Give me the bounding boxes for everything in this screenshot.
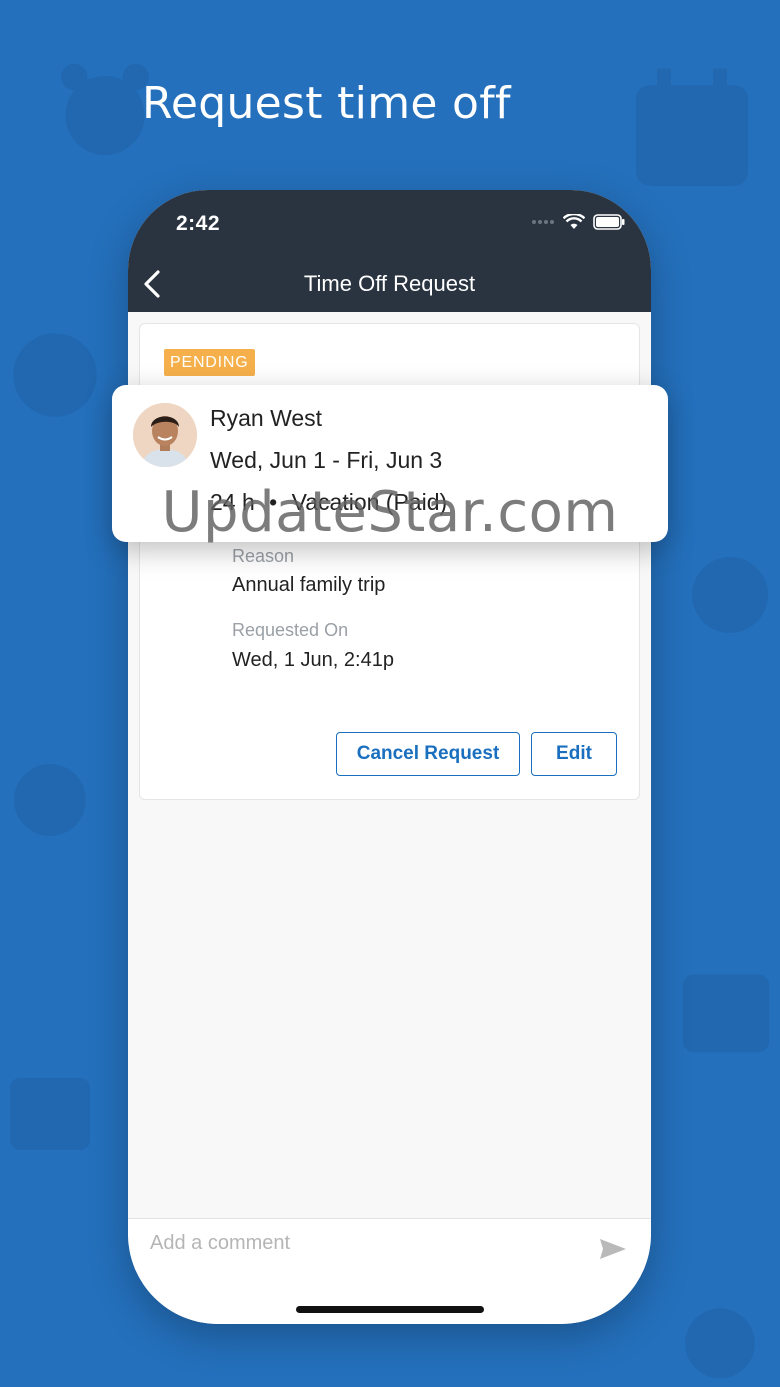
date-range: Wed, Jun 1 - Fri, Jun 3 xyxy=(210,447,443,473)
phone-frame: 2:42 Time Off Request PENDING Reason Ann… xyxy=(128,190,651,1324)
calendar-icon xyxy=(682,974,770,1053)
person-avatar-icon xyxy=(133,403,197,467)
requested-on-value: Wed, 1 Jun, 2:41p xyxy=(232,649,394,671)
status-bar-icons xyxy=(531,214,625,230)
edit-button[interactable]: Edit xyxy=(531,732,617,776)
home-indicator xyxy=(296,1306,484,1313)
avatar xyxy=(133,403,197,467)
battery-icon xyxy=(593,214,625,230)
send-icon[interactable] xyxy=(599,1237,627,1261)
alarm-clock-icon xyxy=(685,1308,755,1379)
employee-name: Ryan West xyxy=(210,405,323,431)
page-headline: Request time off xyxy=(142,78,511,129)
status-badge: PENDING xyxy=(164,349,255,376)
wifi-icon xyxy=(563,214,585,229)
gear-icon xyxy=(692,557,768,633)
app-header: 2:42 Time Off Request xyxy=(128,190,651,312)
cancel-request-button[interactable]: Cancel Request xyxy=(336,732,520,776)
reason-label: Reason xyxy=(232,546,295,566)
page-title: Time Off Request xyxy=(303,271,476,296)
requested-on-label: Requested On xyxy=(232,620,349,640)
signal-icon xyxy=(532,220,554,224)
status-bar-time: 2:42 xyxy=(176,212,221,235)
calendar-icon xyxy=(636,68,748,186)
alarm-clock-icon xyxy=(14,764,86,836)
comment-input[interactable] xyxy=(150,1227,570,1259)
gear-icon xyxy=(13,333,97,417)
calendar-icon xyxy=(10,1078,90,1150)
reason-value: Annual family trip xyxy=(232,574,386,596)
watermark: UpdateStar.com xyxy=(161,480,619,545)
